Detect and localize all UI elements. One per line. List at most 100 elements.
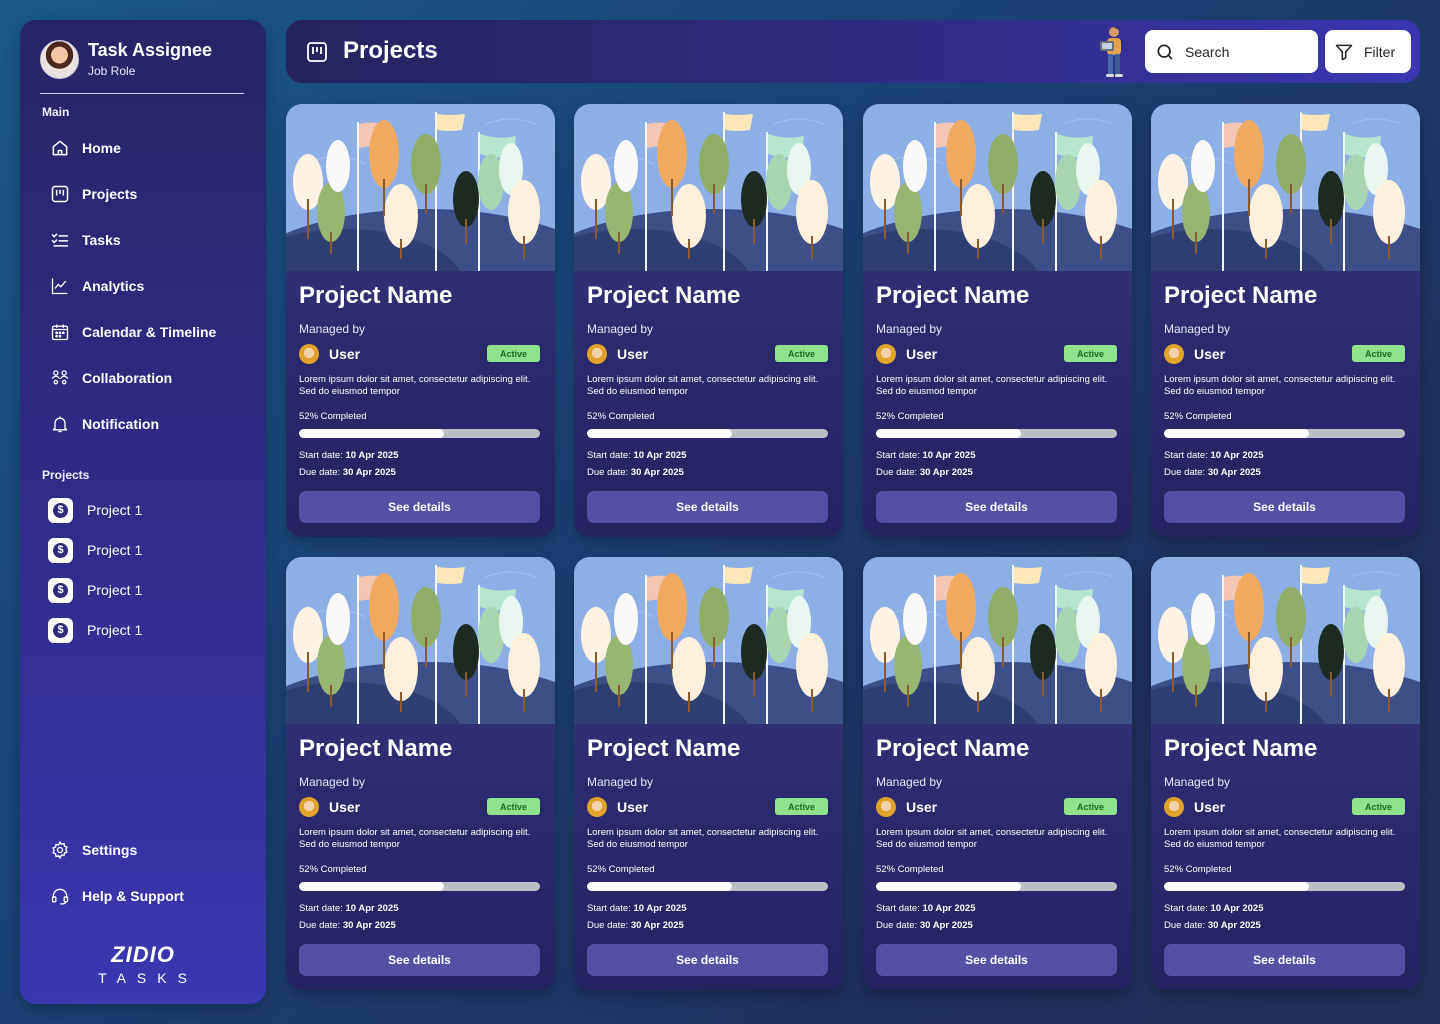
sidebar-project-item[interactable]: $ Project 1 bbox=[48, 617, 142, 643]
progress-bar bbox=[876, 429, 1117, 438]
project-card[interactable]: Project Name Managed by User Active Lorem ip… bbox=[1151, 557, 1420, 990]
sidebar-item-collaboration[interactable]: Collaboration bbox=[50, 363, 172, 393]
avatar bbox=[40, 40, 79, 79]
managed-by-label: Managed by bbox=[876, 775, 943, 789]
progress-bar bbox=[876, 882, 1117, 891]
due-date-label: Due date: bbox=[1164, 920, 1206, 931]
see-details-button[interactable]: See details bbox=[299, 491, 540, 523]
sidebar-project-item[interactable]: $ Project 1 bbox=[48, 497, 142, 523]
manager-name: User bbox=[617, 799, 649, 815]
progress-bar bbox=[587, 882, 828, 891]
sidebar-item-label: Analytics bbox=[82, 278, 145, 294]
sidebar-item-settings[interactable]: Settings bbox=[50, 835, 137, 865]
start-date-value: 10 Apr 2025 bbox=[1210, 903, 1264, 914]
see-details-button[interactable]: See details bbox=[587, 491, 828, 523]
sidebar-item-label: Settings bbox=[82, 842, 138, 858]
project-cover-image bbox=[863, 104, 1132, 379]
progress-bar bbox=[299, 429, 540, 438]
due-date-row: Due date: 30 Apr 2025 bbox=[299, 920, 396, 931]
start-date-label: Start date: bbox=[1164, 903, 1208, 914]
search-icon bbox=[1157, 44, 1173, 60]
project-card[interactable]: Project Name Managed by User Active Lorem ip… bbox=[574, 104, 843, 537]
project-title: Project Name bbox=[876, 282, 1030, 309]
manager-name: User bbox=[1194, 799, 1226, 815]
project-title: Project Name bbox=[587, 282, 741, 309]
project-cover-image bbox=[574, 104, 843, 379]
sidebar-item-tasks[interactable]: Tasks bbox=[50, 225, 121, 255]
search-box[interactable] bbox=[1145, 30, 1318, 73]
project-label: Project 1 bbox=[87, 542, 143, 558]
profile-role: Job Role bbox=[88, 64, 136, 78]
see-details-button[interactable]: See details bbox=[876, 491, 1117, 523]
manager-name: User bbox=[617, 346, 649, 362]
project-card[interactable]: Project Name Managed by User Active Lorem ip… bbox=[863, 557, 1132, 990]
start-date-row: Start date: 10 Apr 2025 bbox=[876, 903, 975, 914]
sidebar-item-analytics[interactable]: Analytics bbox=[50, 271, 144, 301]
status-badge: Active bbox=[1352, 345, 1405, 362]
project-logo-icon: $ bbox=[48, 537, 73, 563]
start-date-value: 10 Apr 2025 bbox=[922, 903, 976, 914]
project-card[interactable]: Project Name Managed by User Active Lorem ip… bbox=[286, 104, 555, 537]
status-badge: Active bbox=[487, 798, 540, 815]
project-cover-image bbox=[574, 557, 843, 832]
sidebar-item-projects[interactable]: Projects bbox=[50, 179, 137, 209]
see-details-button[interactable]: See details bbox=[587, 944, 828, 976]
progress-bar bbox=[1164, 429, 1405, 438]
manager-name: User bbox=[329, 346, 361, 362]
search-input[interactable] bbox=[1185, 43, 1305, 60]
profile-header[interactable]: Task Assignee Job Role bbox=[40, 40, 244, 94]
progress-bar bbox=[299, 882, 540, 891]
profile-name: Task Assignee bbox=[88, 40, 213, 60]
project-description: Lorem ipsum dolor sit amet, consectetur … bbox=[1164, 374, 1396, 397]
user-avatar-icon bbox=[587, 797, 607, 817]
start-date-label: Start date: bbox=[587, 450, 631, 461]
see-details-button[interactable]: See details bbox=[1164, 944, 1405, 976]
filter-icon bbox=[1335, 44, 1353, 60]
start-date-row: Start date: 10 Apr 2025 bbox=[587, 450, 686, 461]
start-date-row: Start date: 10 Apr 2025 bbox=[1164, 903, 1263, 914]
progress-bar bbox=[1164, 882, 1405, 891]
projects-icon bbox=[50, 184, 70, 204]
project-label: Project 1 bbox=[87, 502, 143, 518]
project-card[interactable]: Project Name Managed by User Active Lorem ip… bbox=[286, 557, 555, 990]
top-bar: Projects Filter bbox=[286, 20, 1420, 83]
sidebar-item-notification[interactable]: Notification bbox=[50, 409, 159, 439]
sidebar-item-home[interactable]: Home bbox=[50, 133, 121, 163]
progress-label: 52% Completed bbox=[1164, 411, 1232, 422]
tasks-icon bbox=[50, 230, 70, 250]
see-details-button[interactable]: See details bbox=[876, 944, 1117, 976]
due-date-value: 30 Apr 2025 bbox=[1207, 920, 1261, 931]
collaboration-icon bbox=[50, 368, 70, 388]
brand-tagline: TASKS bbox=[98, 970, 198, 986]
project-logo-icon: $ bbox=[48, 497, 73, 523]
sidebar: Task Assignee Job Role Main Home Project… bbox=[20, 20, 266, 1004]
progress-bar bbox=[587, 429, 828, 438]
see-details-button[interactable]: See details bbox=[1164, 491, 1405, 523]
project-description: Lorem ipsum dolor sit amet, consectetur … bbox=[876, 374, 1108, 397]
user-avatar-icon bbox=[299, 797, 319, 817]
project-card[interactable]: Project Name Managed by User Active Lorem ip… bbox=[1151, 104, 1420, 537]
sidebar-item-calendar[interactable]: Calendar & Timeline bbox=[50, 317, 216, 347]
project-description: Lorem ipsum dolor sit amet, consectetur … bbox=[299, 374, 531, 397]
progress-fill bbox=[876, 882, 1021, 891]
due-date-value: 30 Apr 2025 bbox=[919, 920, 973, 931]
sidebar-item-label: Tasks bbox=[82, 232, 121, 248]
start-date-label: Start date: bbox=[299, 450, 343, 461]
mascot-illustration bbox=[1100, 26, 1123, 77]
start-date-value: 10 Apr 2025 bbox=[633, 903, 687, 914]
status-badge: Active bbox=[1064, 345, 1117, 362]
filter-button[interactable]: Filter bbox=[1325, 30, 1411, 73]
due-date-value: 30 Apr 2025 bbox=[630, 467, 684, 478]
due-date-row: Due date: 30 Apr 2025 bbox=[299, 467, 396, 478]
project-card[interactable]: Project Name Managed by User Active Lorem ip… bbox=[863, 104, 1132, 537]
sidebar-project-item[interactable]: $ Project 1 bbox=[48, 537, 142, 563]
due-date-label: Due date: bbox=[299, 920, 341, 931]
project-card[interactable]: Project Name Managed by User Active Lorem ip… bbox=[574, 557, 843, 990]
projects-icon bbox=[307, 42, 327, 62]
sidebar-project-item[interactable]: $ Project 1 bbox=[48, 577, 142, 603]
see-details-button[interactable]: See details bbox=[299, 944, 540, 976]
start-date-label: Start date: bbox=[587, 903, 631, 914]
progress-fill bbox=[1164, 882, 1309, 891]
user-avatar-icon bbox=[1164, 797, 1184, 817]
sidebar-item-help[interactable]: Help & Support bbox=[50, 881, 184, 911]
